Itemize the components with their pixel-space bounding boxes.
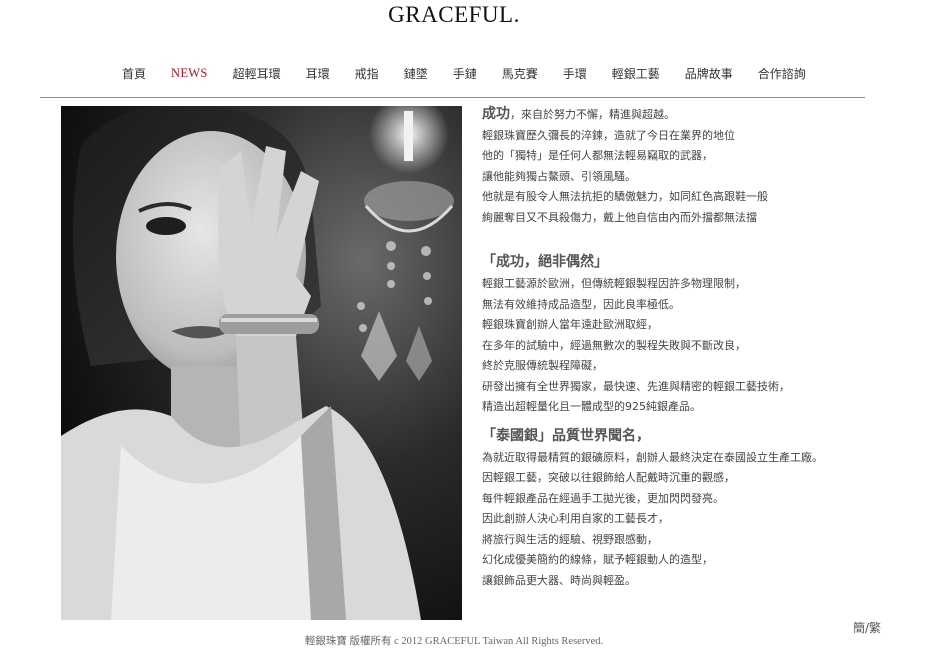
paragraph-3: 為就近取得最精質的銀礦原料，創辦人最終決定在泰國設立生產工廠。 因輕銀工藝，突破以… (482, 448, 882, 592)
text-line: 輕銀珠寶歷久彌長的淬鍊，造就了今日在業界的地位 (482, 128, 735, 142)
nav-item-1[interactable]: NEWS (171, 66, 208, 81)
lead-word: 成功 (482, 106, 510, 122)
divider (40, 97, 865, 98)
nav-item-9[interactable]: 輕銀工藝 (612, 65, 660, 82)
text-line: 每件輕銀產品在經過手工拋光後，更加閃閃發亮。 (482, 491, 724, 505)
footer-copyright: 輕銀珠寶 版權所有 c 2012 GRACEFUL Taiwan All Rig… (304, 636, 604, 647)
paragraph-1-lead-line: 成功，來自於努力不懈，精進與超越。 (482, 104, 882, 126)
text-line: 在多年的試驗中，經過無數次的製程失敗與不斷改良， (482, 338, 746, 352)
paragraph-2: 輕銀工藝源於歐洲，但傳統輕銀製程因許多物理限制， 無法有效維持成品造型，因此良率極… (482, 274, 882, 418)
text-line: 輕銀工藝源於歐洲，但傳統輕銀製程因許多物理限制， (482, 277, 746, 290)
nav-item-11[interactable]: 合作諮詢 (758, 65, 806, 82)
nav-item-0[interactable]: 首頁 (122, 65, 146, 82)
nav-item-2[interactable]: 超輕耳環 (233, 65, 281, 82)
nav-item-10[interactable]: 品牌故事 (685, 65, 733, 82)
text-line: 將旅行與生活的經驗、視野跟感動， (482, 532, 658, 546)
nav-item-8[interactable]: 手環 (563, 65, 587, 82)
text-line: 精造出超輕量化且一體成型的925純銀產品。 (482, 400, 701, 413)
text-line: 研發出擁有全世界獨家，最快速、先進與精密的輕銀工藝技術， (482, 379, 790, 393)
text-line: 因此創辦人決心利用自家的工藝長才， (482, 512, 669, 525)
text-line: 讓銀飾品更大器、時尚與輕盈。 (482, 573, 636, 587)
site-logo[interactable]: GRACEFUL. (0, 2, 908, 28)
text-line: 因輕銀工藝，突破以往銀飾給人配戴時沉重的觀感， (482, 471, 735, 484)
brand-story: 成功，來自於努力不懈，精進與超越。 輕銀珠寶歷久彌長的淬鍊，造就了今日在業界的地… (482, 104, 882, 591)
text-line: 他的「獨特」是任何人都無法輕易竊取的武器， (482, 149, 713, 162)
text-line: 絢麗奪目又不具殺傷力，戴上他自信由內而外擋都無法擋 (482, 210, 757, 224)
text-line: 他就是有股令人無法抗拒的驕傲魅力，如同紅色高跟鞋一般 (482, 190, 768, 203)
text-line: 讓他能夠獨占鰲頭、引領風騷。 (482, 169, 636, 183)
section-heading-thai-silver: 「泰國銀」品質世界聞名， (482, 427, 650, 444)
model-portrait-image (61, 106, 462, 620)
main-nav: 首頁 NEWS 超輕耳環 耳環 戒指 鏈墜 手鏈 馬克賽 手環 輕銀工藝 品牌故事 合作諮詢 (122, 65, 831, 82)
nav-item-4[interactable]: 戒指 (355, 65, 379, 82)
text-line: 輕銀珠寶創辦人當年遠赴歐洲取經， (482, 318, 658, 331)
nav-item-7[interactable]: 馬克賽 (502, 65, 538, 82)
nav-item-5[interactable]: 鏈墜 (404, 65, 428, 82)
text-line: 無法有效維持成品造型，因此良率極低。 (482, 297, 680, 311)
text-line: 幻化成優美簡約的線條，賦予輕銀動人的造型， (482, 553, 713, 566)
lead-rest: ，來自於努力不懈，精進與超越。 (510, 108, 675, 121)
nav-item-6[interactable]: 手鏈 (453, 65, 477, 82)
text-line: 為就近取得最精質的銀礦原料，創辦人最終決定在泰國設立生產工廠。 (482, 450, 823, 464)
paragraph-1: 輕銀珠寶歷久彌長的淬鍊，造就了今日在業界的地位 他的「獨特」是任何人都無法輕易竊取… (482, 126, 882, 229)
nav-item-3[interactable]: 耳環 (306, 65, 330, 82)
section-heading-success: 「成功，絕非偶然」 (482, 254, 608, 270)
text-line: 終於克服傳統製程障礙， (482, 359, 603, 372)
